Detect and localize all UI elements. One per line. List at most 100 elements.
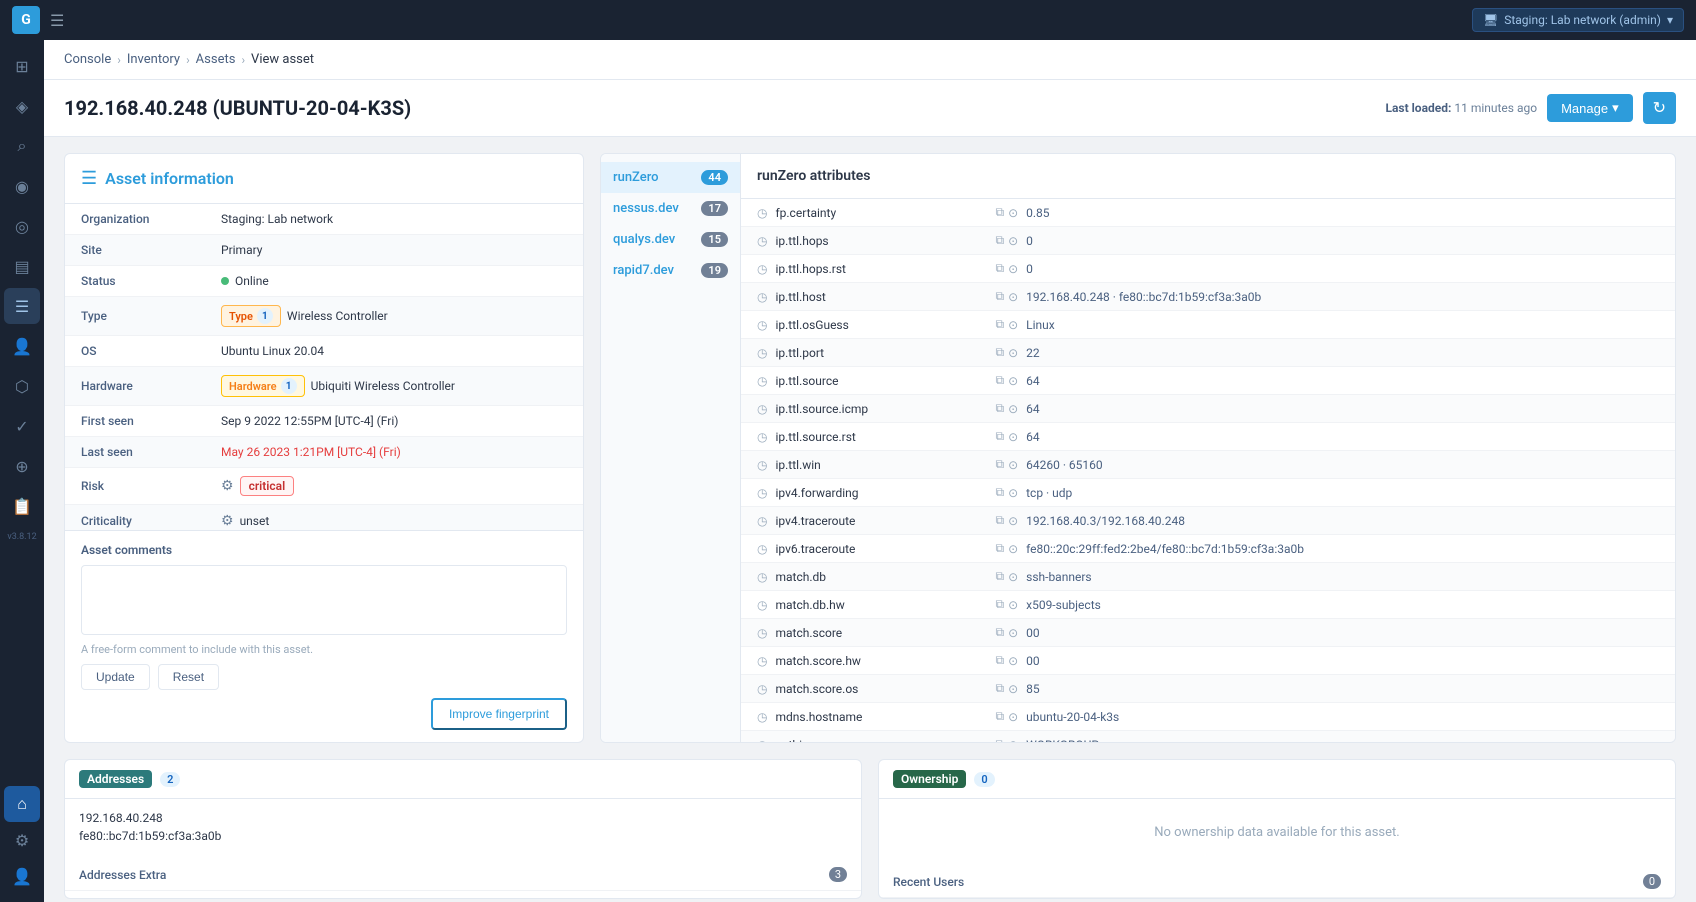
attr-copy-icon[interactable]: ⧉ <box>995 485 1004 500</box>
staging-badge[interactable]: 🖥 Staging: Lab network (admin) ▾ <box>1472 8 1684 32</box>
attr-info-icon: ◷ <box>757 206 767 220</box>
attr-info-icon: ◷ <box>757 374 767 388</box>
attr-copy-icon[interactable]: ⧉ <box>995 373 1004 388</box>
attr-filter-icon[interactable]: ⊙ <box>1008 486 1018 500</box>
attr-filter-icon[interactable]: ⊙ <box>1008 738 1018 743</box>
attr-copy-icon[interactable]: ⧉ <box>995 709 1004 724</box>
sidebar-icon-agents[interactable]: ⬡ <box>4 368 40 404</box>
main-content: Console › Inventory › Assets › View asse… <box>44 40 1696 902</box>
source-tab-rapid7[interactable]: rapid7.dev 19 <box>601 255 740 286</box>
attr-actions: ⧉ ⊙ <box>995 653 1018 668</box>
menu-icon[interactable]: ☰ <box>50 11 64 30</box>
sidebar-icon-tasks[interactable]: ✓ <box>4 408 40 444</box>
attr-name: ip.ttl.source.icmp <box>775 402 995 416</box>
content-area: ☰ Asset information Organization Staging… <box>44 137 1696 902</box>
update-button[interactable]: Update <box>81 664 150 690</box>
sidebar-icon-reports[interactable]: ▤ <box>4 248 40 284</box>
attr-copy-icon[interactable]: ⧉ <box>995 653 1004 668</box>
attr-copy-icon[interactable]: ⧉ <box>995 625 1004 640</box>
attr-copy-icon[interactable]: ⧉ <box>995 429 1004 444</box>
attr-filter-icon[interactable]: ⊙ <box>1008 514 1018 528</box>
sidebar-icon-inventory[interactable]: ☰ <box>4 288 40 324</box>
attr-filter-icon[interactable]: ⊙ <box>1008 206 1018 220</box>
attr-name: match.score.hw <box>775 654 995 668</box>
attr-copy-icon[interactable]: ⧉ <box>995 737 1004 742</box>
breadcrumb-inventory[interactable]: Inventory <box>127 52 180 67</box>
attr-value: 00 <box>1026 626 1040 640</box>
attr-copy-icon[interactable]: ⧉ <box>995 541 1004 556</box>
sidebar-icon-alerts[interactable]: ◉ <box>4 168 40 204</box>
attr-filter-icon[interactable]: ⊙ <box>1008 626 1018 640</box>
comments-textarea[interactable] <box>81 565 567 635</box>
topbar-left: G ☰ <box>12 6 64 34</box>
attr-copy-icon[interactable]: ⧉ <box>995 597 1004 612</box>
attr-copy-icon[interactable]: ⧉ <box>995 513 1004 528</box>
type-badge[interactable]: Type 1 <box>221 305 281 327</box>
sidebar-icon-home[interactable]: ⌂ <box>4 786 40 822</box>
attr-copy-icon[interactable]: ⧉ <box>995 569 1004 584</box>
attr-actions: ⧉ ⊙ <box>995 513 1018 528</box>
manage-button[interactable]: Manage ▾ <box>1547 94 1633 122</box>
refresh-button[interactable]: ↻ <box>1643 92 1676 124</box>
attr-filter-icon[interactable]: ⊙ <box>1008 542 1018 556</box>
attr-copy-icon[interactable]: ⧉ <box>995 457 1004 472</box>
attr-info-icon: ◷ <box>757 234 767 248</box>
attr-filter-icon[interactable]: ⊙ <box>1008 598 1018 612</box>
attr-actions: ⧉ ⊙ <box>995 429 1018 444</box>
attr-filter-icon[interactable]: ⊙ <box>1008 682 1018 696</box>
attr-filter-icon[interactable]: ⊙ <box>1008 346 1018 360</box>
attr-filter-icon[interactable]: ⊙ <box>1008 262 1018 276</box>
sidebar-icon-find[interactable]: ⊕ <box>4 448 40 484</box>
staging-label: Staging: Lab network (admin) <box>1504 13 1661 27</box>
sidebar-icon-dashboard[interactable]: ⊞ <box>4 48 40 84</box>
attr-filter-icon[interactable]: ⊙ <box>1008 402 1018 416</box>
attr-copy-icon[interactable]: ⧉ <box>995 261 1004 276</box>
sidebar-icon-network[interactable]: ◈ <box>4 88 40 124</box>
attr-filter-icon[interactable]: ⊙ <box>1008 290 1018 304</box>
improve-fingerprint-button[interactable]: Improve fingerprint <box>431 698 567 730</box>
attr-filter-icon[interactable]: ⊙ <box>1008 374 1018 388</box>
sidebar-icon-log[interactable]: 📋 <box>4 488 40 524</box>
comments-section: Asset comments A free-form comment to in… <box>65 530 583 742</box>
hardware-badge[interactable]: Hardware 1 <box>221 375 305 397</box>
attr-actions: ⧉ ⊙ <box>995 737 1018 742</box>
sidebar-icon-targets[interactable]: ◎ <box>4 208 40 244</box>
attr-copy-icon[interactable]: ⧉ <box>995 205 1004 220</box>
attr-filter-icon[interactable]: ⊙ <box>1008 234 1018 248</box>
attr-name: ipv4.traceroute <box>775 514 995 528</box>
attr-copy-icon[interactable]: ⧉ <box>995 681 1004 696</box>
source-tab-qualys-name: qualys.dev <box>613 232 675 247</box>
page-header-right: Last loaded: 11 minutes ago Manage ▾ ↻ <box>1386 92 1677 124</box>
asset-row-status: Status Online <box>65 266 583 297</box>
attr-filter-icon[interactable]: ⊙ <box>1008 654 1018 668</box>
attr-copy-icon[interactable]: ⧉ <box>995 233 1004 248</box>
reset-button[interactable]: Reset <box>158 664 219 690</box>
source-tab-runzero[interactable]: runZero 44 <box>601 162 740 193</box>
attr-info-icon: ◷ <box>757 458 767 472</box>
risk-gear-icon: ⚙ <box>221 478 234 494</box>
addresses-panel: Addresses 2 192.168.40.248 fe80::bc7d:1b… <box>64 759 862 899</box>
attr-value: 0.85 <box>1026 206 1049 220</box>
attr-filter-icon[interactable]: ⊙ <box>1008 458 1018 472</box>
addresses-extra-row: Addresses Extra 3 <box>65 859 861 891</box>
attr-filter-icon[interactable]: ⊙ <box>1008 570 1018 584</box>
sidebar-icon-users[interactable]: 👤 <box>4 328 40 364</box>
source-tab-nessus[interactable]: nessus.dev 17 <box>601 193 740 224</box>
attr-filter-icon[interactable]: ⊙ <box>1008 710 1018 724</box>
attr-actions: ⧉ ⊙ <box>995 345 1018 360</box>
breadcrumb-console[interactable]: Console <box>64 52 111 67</box>
type-badge-count: 1 <box>257 308 273 324</box>
breadcrumb-assets[interactable]: Assets <box>196 52 236 67</box>
attr-copy-icon[interactable]: ⧉ <box>995 317 1004 332</box>
attr-filter-icon[interactable]: ⊙ <box>1008 430 1018 444</box>
source-tab-qualys[interactable]: qualys.dev 15 <box>601 224 740 255</box>
sidebar-icon-search[interactable]: ⌕ <box>4 128 40 164</box>
last-seen-link[interactable]: May 26 2023 1:21PM [UTC-4] (Fri) <box>221 445 401 459</box>
attr-copy-icon[interactable]: ⧉ <box>995 401 1004 416</box>
attr-filter-icon[interactable]: ⊙ <box>1008 318 1018 332</box>
attr-value: 64 <box>1026 430 1040 444</box>
sidebar-icon-settings[interactable]: ⚙ <box>4 822 40 858</box>
attr-copy-icon[interactable]: ⧉ <box>995 345 1004 360</box>
attr-copy-icon[interactable]: ⧉ <box>995 289 1004 304</box>
sidebar-icon-account[interactable]: 👤 <box>4 858 40 894</box>
